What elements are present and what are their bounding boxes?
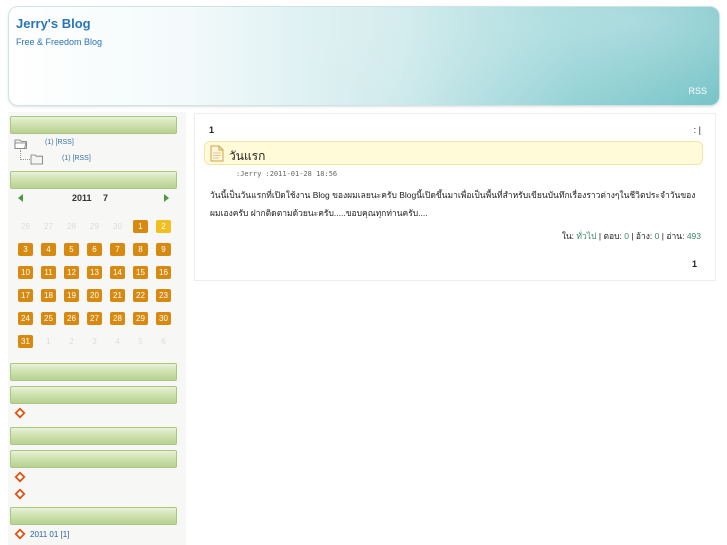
page-number-top[interactable]: 1 bbox=[209, 125, 214, 135]
calendar-day[interactable]: 26 bbox=[64, 312, 79, 325]
sidebar: (1) [RSS] (1) [RSS] 2011 7 26 27 28 29 30 1 2 3… bbox=[8, 112, 186, 545]
orange-diamond-icon bbox=[14, 407, 26, 419]
calendar-day[interactable]: 23 bbox=[156, 289, 171, 302]
header-rss-link[interactable]: RSS bbox=[688, 86, 707, 96]
calendar-day-outside: 3 bbox=[92, 337, 97, 346]
footer-trackback-label: อ้าง: bbox=[635, 231, 653, 241]
calendar-day[interactable]: 4 bbox=[41, 243, 56, 256]
blog-page: Jerry's Blog Free & Freedom Blog RSS (1)… bbox=[0, 0, 727, 545]
calendar-day-outside: 26 bbox=[21, 222, 30, 231]
calendar-day[interactable]: 8 bbox=[133, 243, 148, 256]
calendar-day[interactable]: 18 bbox=[41, 289, 56, 302]
sidebar-section-bar-4 bbox=[10, 386, 177, 404]
calendar-day[interactable]: 20 bbox=[87, 289, 102, 302]
footer-divider: | bbox=[661, 231, 664, 241]
calendar-day[interactable]: 5 bbox=[64, 243, 79, 256]
site-subtitle: Free & Freedom Blog bbox=[16, 37, 103, 47]
calendar-day[interactable]: 25 bbox=[41, 312, 56, 325]
post-footer: ใน: ทั่วไป | ตอบ: 0 | อ้าง: 0 | อ่าน: 49… bbox=[562, 229, 701, 243]
calendar-day[interactable]: 15 bbox=[133, 266, 148, 279]
orange-diamond-icon bbox=[14, 471, 26, 483]
left-arrow-icon[interactable] bbox=[17, 193, 25, 203]
footer-views-label: อ่าน: bbox=[666, 231, 685, 241]
calendar-day[interactable]: 31 bbox=[18, 335, 33, 348]
calendar-day[interactable]: 29 bbox=[133, 312, 148, 325]
calendar-day[interactable]: 27 bbox=[87, 312, 102, 325]
sidebar-section-bar-5 bbox=[10, 427, 177, 445]
calendar-day-outside: 5 bbox=[138, 337, 143, 346]
main-content: 1 : | วันแรก :Jerry :2011-01-28 18:56 วั… bbox=[194, 113, 716, 281]
document-icon bbox=[210, 145, 224, 162]
sidebar-section-bar-calendar bbox=[10, 171, 177, 189]
calendar-day[interactable]: 22 bbox=[133, 289, 148, 302]
calendar-day[interactable]: 17 bbox=[18, 289, 33, 302]
sidebar-section-bar-archive bbox=[10, 507, 177, 525]
calendar-day[interactable]: 3 bbox=[18, 243, 33, 256]
calendar-day[interactable]: 21 bbox=[110, 289, 125, 302]
site-title[interactable]: Jerry's Blog bbox=[16, 16, 91, 31]
site-header: Jerry's Blog Free & Freedom Blog RSS bbox=[8, 6, 720, 106]
calendar-day[interactable]: 30 bbox=[156, 312, 171, 325]
footer-divider: | bbox=[598, 231, 602, 241]
footer-comments-count[interactable]: 0 bbox=[624, 231, 629, 241]
calendar-day[interactable]: 11 bbox=[41, 266, 56, 279]
calendar-day-outside: 30 bbox=[113, 222, 122, 231]
calendar-day-today[interactable]: 2 bbox=[156, 220, 171, 233]
calendar-day[interactable]: 1 bbox=[133, 220, 148, 233]
footer-comments-label: ตอบ: bbox=[603, 231, 622, 241]
calendar-day[interactable]: 6 bbox=[87, 243, 102, 256]
sidebar-section-bar-6 bbox=[10, 450, 177, 468]
calendar-day-outside: 6 bbox=[161, 337, 166, 346]
calendar-day-outside: 27 bbox=[44, 222, 53, 231]
archive-item[interactable]: 2011 01 [1] bbox=[30, 530, 69, 539]
footer-divider: | bbox=[631, 231, 634, 241]
calendar-header: 2011 7 bbox=[10, 192, 177, 206]
calendar-day[interactable]: 14 bbox=[110, 266, 125, 279]
calendar-day-outside: 28 bbox=[67, 222, 76, 231]
footer-views-count: 493 bbox=[686, 231, 701, 241]
calendar-day[interactable]: 19 bbox=[64, 289, 79, 302]
post-meta: :Jerry :2011-01-28 18:56 bbox=[236, 170, 338, 178]
tree-item-root[interactable]: (1) [RSS] bbox=[45, 139, 74, 146]
sidebar-section-bar-3 bbox=[10, 363, 177, 381]
calendar-day[interactable]: 13 bbox=[87, 266, 102, 279]
footer-category-label: ใน: bbox=[561, 231, 575, 241]
footer-trackback-count[interactable]: 0 bbox=[655, 231, 660, 241]
post-title-bar: วันแรก bbox=[204, 141, 703, 165]
calendar-day-outside: 1 bbox=[46, 337, 51, 346]
calendar-day-outside: 29 bbox=[90, 222, 99, 231]
calendar-year: 2011 bbox=[72, 193, 92, 203]
calendar-day-outside: 4 bbox=[115, 337, 120, 346]
post-body: วันนี้เป็นวันแรกที่เปิดใช้งาน Blog ของผม… bbox=[210, 190, 696, 218]
calendar-day[interactable]: 10 bbox=[18, 266, 33, 279]
orange-diamond-icon bbox=[14, 528, 26, 540]
calendar-month: 7 bbox=[103, 193, 109, 203]
tree-item-child[interactable]: (1) [RSS] bbox=[62, 155, 91, 162]
calendar-day[interactable]: 9 bbox=[156, 243, 171, 256]
post-title[interactable]: วันแรก bbox=[229, 147, 265, 166]
folder-open-icon bbox=[14, 139, 27, 149]
calendar-day[interactable]: 28 bbox=[110, 312, 125, 325]
right-arrow-icon[interactable] bbox=[162, 193, 170, 203]
footer-category-link[interactable]: ทั่วไป bbox=[576, 231, 596, 241]
pager-right: : | bbox=[693, 125, 701, 135]
calendar-day[interactable]: 24 bbox=[18, 312, 33, 325]
calendar-day[interactable]: 7 bbox=[110, 243, 125, 256]
folder-icon bbox=[30, 154, 43, 165]
calendar-day[interactable]: 16 bbox=[156, 266, 171, 279]
calendar-day[interactable]: 12 bbox=[64, 266, 79, 279]
calendar-day-outside: 2 bbox=[69, 337, 74, 346]
orange-diamond-icon bbox=[14, 488, 26, 500]
sidebar-section-bar-categories bbox=[10, 116, 177, 134]
page-number-bottom[interactable]: 1 bbox=[692, 259, 697, 269]
tree-connector bbox=[20, 150, 30, 160]
